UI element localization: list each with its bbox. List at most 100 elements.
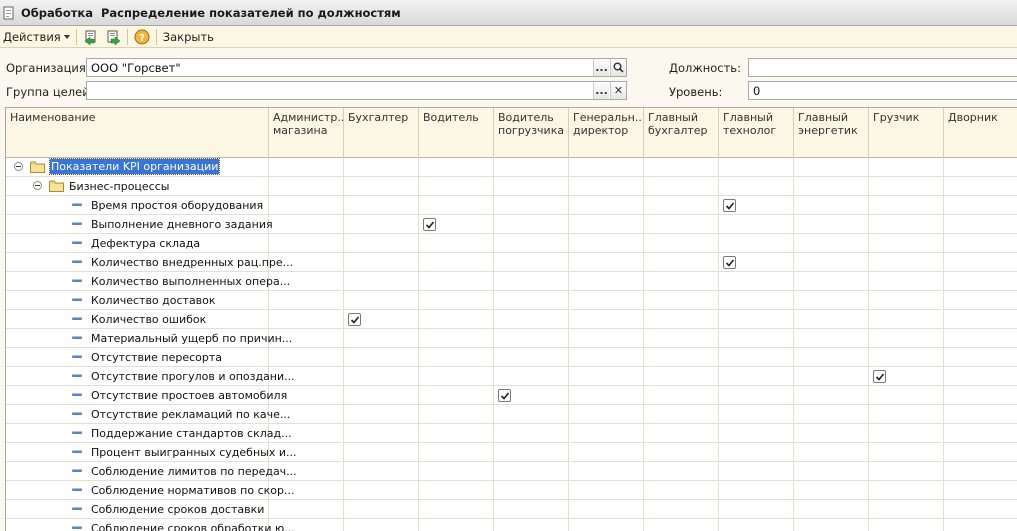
position-cell[interactable]: [269, 348, 344, 367]
position-cell[interactable]: [794, 291, 869, 310]
position-cell[interactable]: [344, 215, 419, 234]
position-cell[interactable]: [494, 386, 569, 405]
position-cell[interactable]: [869, 158, 944, 177]
position-cell[interactable]: [719, 481, 794, 500]
position-cell[interactable]: [269, 272, 344, 291]
position-cell[interactable]: [794, 234, 869, 253]
table-row[interactable]: Соблюдение сроков обработки ю...: [6, 519, 1017, 531]
table-row[interactable]: Процент выигранных судебных и...: [6, 443, 1017, 462]
position-cell[interactable]: [944, 443, 1017, 462]
position-cell[interactable]: [794, 348, 869, 367]
position-cell[interactable]: [794, 177, 869, 196]
table-row[interactable]: Количество внедренных рац.пре...: [6, 253, 1017, 272]
level-field[interactable]: 0: [748, 81, 1017, 100]
position-cell[interactable]: [869, 215, 944, 234]
position-cell[interactable]: [569, 272, 644, 291]
position-cell[interactable]: [494, 253, 569, 272]
checkbox[interactable]: [873, 370, 886, 383]
position-cell[interactable]: [344, 367, 419, 386]
position-cell[interactable]: [494, 424, 569, 443]
position-cell[interactable]: [644, 253, 719, 272]
position-cell[interactable]: [344, 291, 419, 310]
position-cell[interactable]: [419, 481, 494, 500]
position-cell[interactable]: [269, 196, 344, 215]
name-cell[interactable]: Процент выигранных судебных и...: [6, 443, 296, 462]
table-row[interactable]: Соблюдение лимитов по передач...: [6, 462, 1017, 481]
column-header-name[interactable]: Наименование: [6, 108, 269, 158]
name-cell[interactable]: Показатели KPI организации: [6, 158, 269, 177]
position-cell[interactable]: [419, 196, 494, 215]
position-cell[interactable]: [794, 386, 869, 405]
position-cell[interactable]: [719, 386, 794, 405]
position-cell[interactable]: [794, 443, 869, 462]
position-cell[interactable]: [419, 443, 494, 462]
position-cell[interactable]: [644, 272, 719, 291]
position-cell[interactable]: [494, 215, 569, 234]
name-cell[interactable]: Отсутствие простоев автомобиля: [6, 386, 287, 405]
position-cell[interactable]: [569, 234, 644, 253]
organization-field[interactable]: ООО "Горсвет" ...: [86, 58, 627, 77]
position-cell[interactable]: [494, 158, 569, 177]
position-cell[interactable]: [944, 367, 1017, 386]
position-cell[interactable]: [869, 196, 944, 215]
position-cell[interactable]: [869, 424, 944, 443]
position-cell[interactable]: [344, 177, 419, 196]
position-cell[interactable]: [719, 443, 794, 462]
position-cell[interactable]: [794, 481, 869, 500]
position-cell[interactable]: [719, 310, 794, 329]
table-row[interactable]: Соблюдение сроков доставки: [6, 500, 1017, 519]
position-cell[interactable]: [344, 310, 419, 329]
position-cell[interactable]: [494, 519, 569, 531]
position-cell[interactable]: [644, 367, 719, 386]
position-cell[interactable]: [719, 196, 794, 215]
position-cell[interactable]: [269, 500, 344, 519]
position-cell[interactable]: [944, 234, 1017, 253]
position-cell[interactable]: [644, 291, 719, 310]
position-cell[interactable]: [269, 367, 344, 386]
table-row[interactable]: Бизнес-процессы: [6, 177, 1017, 196]
organization-select-button[interactable]: ...: [593, 59, 609, 76]
position-cell[interactable]: [644, 386, 719, 405]
position-cell[interactable]: [269, 405, 344, 424]
position-cell[interactable]: [269, 481, 344, 500]
position-cell[interactable]: [569, 481, 644, 500]
column-header-position[interactable]: Бухгалтер: [344, 108, 419, 158]
position-cell[interactable]: [569, 500, 644, 519]
position-cell[interactable]: [794, 462, 869, 481]
position-cell[interactable]: [944, 272, 1017, 291]
position-cell[interactable]: [944, 481, 1017, 500]
name-cell[interactable]: Бизнес-процессы: [6, 177, 269, 196]
position-cell[interactable]: [269, 215, 344, 234]
position-cell[interactable]: [344, 443, 419, 462]
position-cell[interactable]: [869, 310, 944, 329]
position-cell[interactable]: [944, 177, 1017, 196]
position-cell[interactable]: [269, 253, 344, 272]
table-row[interactable]: Время простоя оборудования: [6, 196, 1017, 215]
position-cell[interactable]: [794, 215, 869, 234]
position-cell[interactable]: [944, 386, 1017, 405]
table-row[interactable]: Материальный ущерб по причин...: [6, 329, 1017, 348]
position-cell[interactable]: [494, 329, 569, 348]
position-cell[interactable]: [494, 291, 569, 310]
position-cell[interactable]: [944, 348, 1017, 367]
position-cell[interactable]: [344, 348, 419, 367]
position-cell[interactable]: [419, 348, 494, 367]
table-row[interactable]: Соблюдение нормативов по скор...: [6, 481, 1017, 500]
position-cell[interactable]: [794, 196, 869, 215]
column-header-position[interactable]: Главный технолог: [719, 108, 794, 158]
position-cell[interactable]: [869, 177, 944, 196]
position-cell[interactable]: [869, 405, 944, 424]
position-cell[interactable]: [494, 272, 569, 291]
position-cell[interactable]: [569, 253, 644, 272]
position-cell[interactable]: [644, 234, 719, 253]
position-cell[interactable]: [419, 310, 494, 329]
column-header-position[interactable]: Грузчик: [869, 108, 944, 158]
position-cell[interactable]: [869, 443, 944, 462]
position-cell[interactable]: [794, 158, 869, 177]
checkbox[interactable]: [423, 218, 436, 231]
position-cell[interactable]: [644, 310, 719, 329]
position-cell[interactable]: [344, 253, 419, 272]
position-cell[interactable]: [869, 500, 944, 519]
position-cell[interactable]: [344, 424, 419, 443]
position-cell[interactable]: [944, 291, 1017, 310]
